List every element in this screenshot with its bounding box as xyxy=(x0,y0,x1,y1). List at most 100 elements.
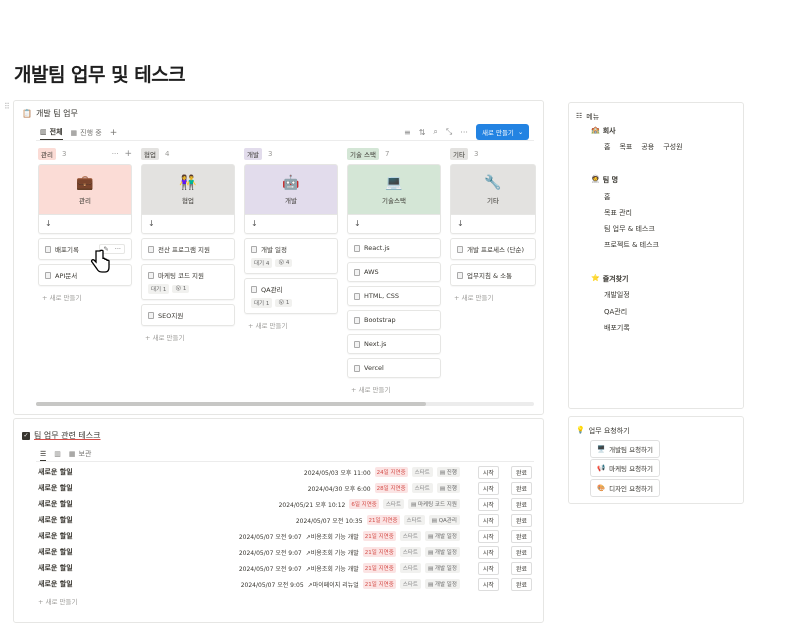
complete-button[interactable]: 완료 xyxy=(510,529,532,543)
add-view-icon[interactable]: + xyxy=(110,128,118,138)
filter-icon[interactable]: ≡ xyxy=(404,128,411,137)
task-row[interactable]: 새로운 할일 2024/05/07 오전 9:07 ↗비용조회 기능 개발 21일 지… xyxy=(38,528,532,544)
complete-button[interactable]: 완료 xyxy=(510,561,532,575)
request-design-button[interactable]: 🎨 디자인 요청하기 xyxy=(590,479,661,497)
task-row[interactable]: 새로운 할일 2024/05/07 오전 9:07 ↗비용조회 기능 개발 21일 지… xyxy=(38,544,532,560)
board-card[interactable]: HTML, CSS xyxy=(347,286,441,306)
cover-card-footer[interactable]: ↓ xyxy=(347,214,441,234)
fav-link-deploy[interactable]: 배포기록 xyxy=(604,323,630,333)
company-link-shared[interactable]: 공용 xyxy=(641,142,654,152)
task-link[interactable]: ↗비용조회 기능 개발 xyxy=(306,548,359,557)
horizontal-scrollbar[interactable] xyxy=(36,402,534,406)
column-tag[interactable]: 기술 스택 xyxy=(347,148,379,160)
task-name[interactable]: 새로운 할일 xyxy=(38,531,98,541)
team-link-projects[interactable]: 프로젝트 & 테스크 xyxy=(604,240,659,250)
board-card[interactable]: Next.js xyxy=(347,334,441,354)
task-name[interactable]: 새로운 할일 xyxy=(38,547,98,557)
relation-chip[interactable]: ▤ 개발 일정 xyxy=(424,563,460,573)
complete-button[interactable]: 완료 xyxy=(510,577,532,591)
complete-button[interactable]: 완료 xyxy=(510,513,532,527)
cover-card-footer[interactable]: ↓ xyxy=(141,214,235,234)
sort-icon[interactable]: ⇅ xyxy=(419,128,426,137)
board-card[interactable]: SEO지원 xyxy=(141,304,235,326)
company-link-members[interactable]: 구성원 xyxy=(663,142,682,152)
cover-card-footer[interactable]: ↓ xyxy=(38,214,132,234)
column-tag[interactable]: 기타 xyxy=(450,148,468,160)
task-row[interactable]: 새로운 할일 2024/05/07 오전 9:05 ↗마이페이지 리뉴얼 21일 지연… xyxy=(38,576,532,592)
company-label[interactable]: 회사 xyxy=(603,126,616,136)
team-link-goal[interactable]: 목표 관리 xyxy=(604,208,632,218)
task-name[interactable]: 새로운 할일 xyxy=(38,483,98,493)
column-tag[interactable]: 관리 xyxy=(38,148,56,160)
tasks-add-new[interactable]: + 새로 만들기 xyxy=(38,596,77,606)
task-row[interactable]: 새로운 할일 2024/04/30 오후 6:00 28일 지연중 스타트 ▤ 진행 시작… xyxy=(38,480,532,496)
task-name[interactable]: 새로운 할일 xyxy=(38,563,98,573)
request-marketing-button[interactable]: 📢 마케팅 요청하기 xyxy=(590,459,661,477)
team-link-home[interactable]: 홈 xyxy=(604,192,610,202)
board-card[interactable]: 마케팅 코드 지원 대기 1 😮 1 xyxy=(141,264,235,300)
fav-link-schedule[interactable]: 개발일정 xyxy=(604,290,630,300)
list-view-icon[interactable]: ☰ xyxy=(40,448,47,461)
relation-chip[interactable]: ▤ 개발 일정 xyxy=(424,579,460,589)
more-icon[interactable]: ··· xyxy=(460,128,468,137)
complete-button[interactable]: 완료 xyxy=(510,481,532,495)
start-button[interactable]: 시작 xyxy=(477,529,499,543)
board-title[interactable]: 개발 팀 업무 xyxy=(36,108,78,119)
task-link[interactable]: ↗비용조회 기능 개발 xyxy=(306,564,359,573)
start-button[interactable]: 시작 xyxy=(477,577,499,591)
relation-chip[interactable]: ▤ 마케팅 코드 지원 xyxy=(408,499,460,509)
start-button[interactable]: 시작 xyxy=(477,545,499,559)
expand-icon[interactable]: ⤡ xyxy=(446,127,452,137)
cover-card[interactable]: 💼 관리 xyxy=(38,164,132,214)
start-button[interactable]: 시작 xyxy=(477,465,499,479)
relation-chip[interactable]: ▤ 진행 xyxy=(436,467,460,477)
task-name[interactable]: 새로운 할일 xyxy=(38,515,98,525)
cover-card[interactable]: 👫 협업 xyxy=(141,164,235,214)
team-label[interactable]: 팀 명 xyxy=(603,175,618,185)
cover-card[interactable]: 🔧 기타 xyxy=(450,164,536,214)
task-link[interactable]: ↗마이페이지 리뉴얼 xyxy=(308,580,359,589)
relation-chip[interactable]: ▤ 개발 일정 xyxy=(424,531,460,541)
column-add-new[interactable]: + 새로 만들기 xyxy=(244,320,338,330)
board-card[interactable]: API문서 xyxy=(38,264,132,286)
cover-card-footer[interactable]: ↓ xyxy=(244,214,338,234)
column-add-new[interactable]: + 새로 만들기 xyxy=(450,292,536,302)
board-card[interactable]: Bootstrap xyxy=(347,310,441,330)
complete-button[interactable]: 완료 xyxy=(510,497,532,511)
relation-chip[interactable]: ▤ 개발 일정 xyxy=(424,547,460,557)
board-card[interactable]: 전산 프로그램 지원 xyxy=(141,238,235,260)
cover-card[interactable]: 🤖 개발 xyxy=(244,164,338,214)
table-view-icon[interactable]: ▥ xyxy=(54,448,61,460)
company-link-goal[interactable]: 목표 xyxy=(619,142,632,152)
column-add-new[interactable]: + 새로 만들기 xyxy=(347,384,441,394)
column-tag[interactable]: 협업 xyxy=(141,148,159,160)
task-row[interactable]: 새로운 할일 2024/05/07 오전 9:07 ↗비용조회 기능 개발 21일 지… xyxy=(38,560,532,576)
add-icon[interactable]: + xyxy=(124,149,132,159)
board-card[interactable]: 개발 프로세스 (단순) xyxy=(450,238,536,260)
task-name[interactable]: 새로운 할일 xyxy=(38,467,98,477)
tab-all[interactable]: ▥ 전체 xyxy=(40,125,63,140)
board-card[interactable]: Vercel xyxy=(347,358,441,378)
more-icon[interactable]: ··· xyxy=(112,150,119,158)
tab-in-progress[interactable]: ▦ 진행 중 xyxy=(71,126,102,140)
request-dev-button[interactable]: 🖥️ 개발팀 요청하기 xyxy=(590,440,661,458)
column-tag[interactable]: 개발 xyxy=(244,148,262,160)
start-button[interactable]: 시작 xyxy=(477,497,499,511)
relation-chip[interactable]: ▤ 진행 xyxy=(436,483,460,493)
task-row[interactable]: 새로운 할일 2024/05/21 오후 10:12 6일 지연중 스타트 ▤ 마케팅 … xyxy=(38,496,532,512)
board-card[interactable]: QA관리 대기 1 😮 1 xyxy=(244,278,338,314)
task-link[interactable]: ↗비용조회 기능 개발 xyxy=(306,532,359,541)
tasks-title[interactable]: 팀 업무 관련 테스크 xyxy=(34,430,101,441)
new-button[interactable]: 새로 만들기 ⌄ xyxy=(475,124,530,140)
board-card[interactable]: React.js xyxy=(347,238,441,258)
task-name[interactable]: 새로운 할일 xyxy=(38,579,98,589)
column-add-new[interactable]: + 새로 만들기 xyxy=(141,332,235,342)
cover-card-footer[interactable]: ↓ xyxy=(450,214,536,234)
more-icon[interactable]: ··· xyxy=(115,245,121,253)
company-link-home[interactable]: 홈 xyxy=(604,142,610,152)
tab-archive[interactable]: ▦ 보관 xyxy=(69,447,92,461)
cover-card[interactable]: 💻 기술스택 xyxy=(347,164,441,214)
fav-link-qa[interactable]: QA관리 xyxy=(604,307,627,317)
start-button[interactable]: 시작 xyxy=(477,513,499,527)
search-icon[interactable]: ⌕ xyxy=(433,127,437,137)
